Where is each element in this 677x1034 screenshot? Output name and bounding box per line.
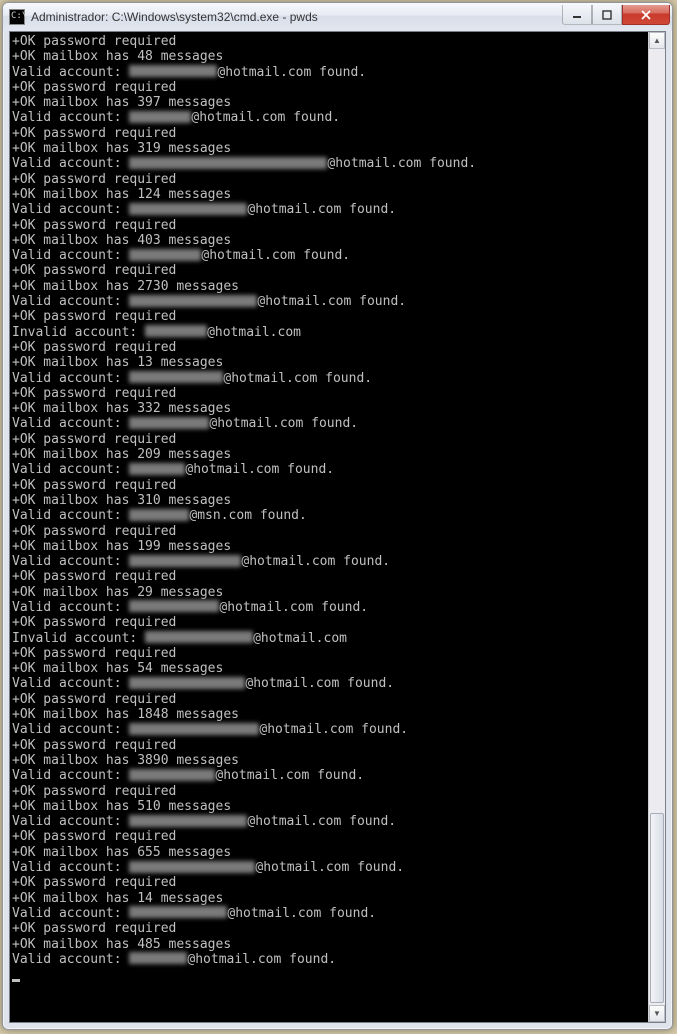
console-line: Valid account: x@hotmail.com found. bbox=[12, 676, 648, 691]
console-line: +OK password required bbox=[12, 569, 648, 584]
console-line: Valid account: x@hotmail.com found. bbox=[12, 906, 648, 921]
redacted-username: x bbox=[129, 295, 257, 307]
console-line: +OK password required bbox=[12, 738, 648, 753]
console-line: Valid account: x@hotmail.com found. bbox=[12, 110, 648, 125]
console-line: Valid account: x@hotmail.com found. bbox=[12, 860, 648, 875]
redacted-username: x bbox=[129, 111, 191, 123]
redacted-username: x bbox=[129, 815, 247, 827]
console-line: +OK password required bbox=[12, 386, 648, 401]
console-line: +OK mailbox has 2730 messages bbox=[12, 279, 648, 294]
scroll-thumb[interactable] bbox=[650, 813, 664, 1003]
redacted-username: x bbox=[129, 723, 259, 735]
console-line: +OK mailbox has 332 messages bbox=[12, 401, 648, 416]
console-line: +OK mailbox has 3890 messages bbox=[12, 753, 648, 768]
console-line: +OK password required bbox=[12, 615, 648, 630]
console-line: +OK password required bbox=[12, 34, 648, 49]
redacted-username: x bbox=[129, 861, 255, 873]
console-line: +OK password required bbox=[12, 309, 648, 324]
console-line: Valid account: x@hotmail.com found. bbox=[12, 814, 648, 829]
redacted-username: x bbox=[129, 677, 245, 689]
console-line: Invalid account: x@hotmail.com bbox=[12, 325, 648, 340]
redacted-username: x bbox=[129, 952, 187, 964]
redacted-username: x bbox=[129, 509, 189, 521]
console-line: Valid account: x@hotmail.com found. bbox=[12, 65, 648, 80]
window-controls bbox=[562, 5, 670, 25]
maximize-button[interactable] bbox=[592, 5, 622, 25]
console-line: +OK password required bbox=[12, 829, 648, 844]
redacted-username: x bbox=[129, 600, 219, 612]
console-line: Valid account: x@hotmail.com found. bbox=[12, 248, 648, 263]
console-line: +OK password required bbox=[12, 875, 648, 890]
console-line: +OK password required bbox=[12, 692, 648, 707]
minimize-button[interactable] bbox=[562, 5, 592, 25]
console-line: +OK mailbox has 403 messages bbox=[12, 233, 648, 248]
scroll-up-button[interactable]: ▲ bbox=[649, 32, 665, 49]
console-line: Valid account: x@hotmail.com found. bbox=[12, 156, 648, 171]
console-line: +OK mailbox has 319 messages bbox=[12, 141, 648, 156]
console-line: Valid account: x@hotmail.com found. bbox=[12, 202, 648, 217]
console-line: Valid account: x@hotmail.com found. bbox=[12, 294, 648, 309]
console-line: +OK mailbox has 310 messages bbox=[12, 493, 648, 508]
redacted-username: x bbox=[129, 417, 209, 429]
console-line: Valid account: x@hotmail.com found. bbox=[12, 722, 648, 737]
console-line: Valid account: x@hotmail.com found. bbox=[12, 371, 648, 386]
console-line: +OK mailbox has 1848 messages bbox=[12, 707, 648, 722]
console-line: +OK password required bbox=[12, 218, 648, 233]
console-line: +OK password required bbox=[12, 126, 648, 141]
scroll-track[interactable] bbox=[649, 49, 665, 1005]
console-line: +OK mailbox has 510 messages bbox=[12, 799, 648, 814]
console-line: Valid account: x@hotmail.com found. bbox=[12, 600, 648, 615]
cmd-window: C:\ Administrador: C:\Windows\system32\c… bbox=[2, 2, 673, 1030]
redacted-username: x bbox=[129, 249, 201, 261]
redacted-username: x bbox=[129, 157, 327, 169]
redacted-username: x bbox=[145, 325, 207, 337]
redacted-username: x bbox=[129, 555, 241, 567]
console-line: +OK mailbox has 655 messages bbox=[12, 845, 648, 860]
cursor-line bbox=[12, 967, 648, 982]
redacted-username: x bbox=[129, 65, 217, 77]
window-title: Administrador: C:\Windows\system32\cmd.e… bbox=[31, 10, 562, 24]
console-line: +OK mailbox has 54 messages bbox=[12, 661, 648, 676]
console-line: +OK mailbox has 14 messages bbox=[12, 891, 648, 906]
console-line: +OK password required bbox=[12, 432, 648, 447]
redacted-username: x bbox=[129, 906, 227, 918]
redacted-username: x bbox=[129, 769, 215, 781]
console-line: +OK password required bbox=[12, 263, 648, 278]
redacted-username: x bbox=[145, 631, 253, 643]
console-line: +OK password required bbox=[12, 172, 648, 187]
console-line: +OK password required bbox=[12, 921, 648, 936]
cursor bbox=[12, 979, 20, 982]
console-line: +OK mailbox has 199 messages bbox=[12, 539, 648, 554]
console-line: +OK mailbox has 485 messages bbox=[12, 937, 648, 952]
scroll-down-button[interactable]: ▼ bbox=[649, 1005, 665, 1022]
console-line: +OK mailbox has 397 messages bbox=[12, 95, 648, 110]
console-line: +OK mailbox has 124 messages bbox=[12, 187, 648, 202]
console-line: +OK mailbox has 209 messages bbox=[12, 447, 648, 462]
redacted-username: x bbox=[129, 203, 247, 215]
console-line: Invalid account: x@hotmail.com bbox=[12, 631, 648, 646]
console-line: +OK password required bbox=[12, 646, 648, 661]
console-line: +OK password required bbox=[12, 784, 648, 799]
console-line: Valid account: x@hotmail.com found. bbox=[12, 768, 648, 783]
client-area: +OK password required+OK mailbox has 48 … bbox=[9, 31, 666, 1023]
close-button[interactable] bbox=[622, 5, 670, 25]
console-line: Valid account: x@hotmail.com found. bbox=[12, 462, 648, 477]
console-output[interactable]: +OK password required+OK mailbox has 48 … bbox=[10, 32, 648, 1022]
console-line: +OK password required bbox=[12, 80, 648, 95]
cmd-icon: C:\ bbox=[9, 9, 25, 25]
console-line: Valid account: x@hotmail.com found. bbox=[12, 416, 648, 431]
console-line: Valid account: x@hotmail.com found. bbox=[12, 554, 648, 569]
redacted-username: x bbox=[129, 371, 223, 383]
console-line: +OK password required bbox=[12, 340, 648, 355]
console-line: +OK mailbox has 29 messages bbox=[12, 585, 648, 600]
console-line: Valid account: x@msn.com found. bbox=[12, 508, 648, 523]
console-line: +OK password required bbox=[12, 524, 648, 539]
console-line: Valid account: x@hotmail.com found. bbox=[12, 952, 648, 967]
redacted-username: x bbox=[129, 463, 185, 475]
console-line: +OK mailbox has 13 messages bbox=[12, 355, 648, 370]
console-line: +OK mailbox has 48 messages bbox=[12, 49, 648, 64]
vertical-scrollbar[interactable]: ▲ ▼ bbox=[648, 32, 665, 1022]
titlebar[interactable]: C:\ Administrador: C:\Windows\system32\c… bbox=[3, 3, 672, 31]
console-line: +OK password required bbox=[12, 478, 648, 493]
